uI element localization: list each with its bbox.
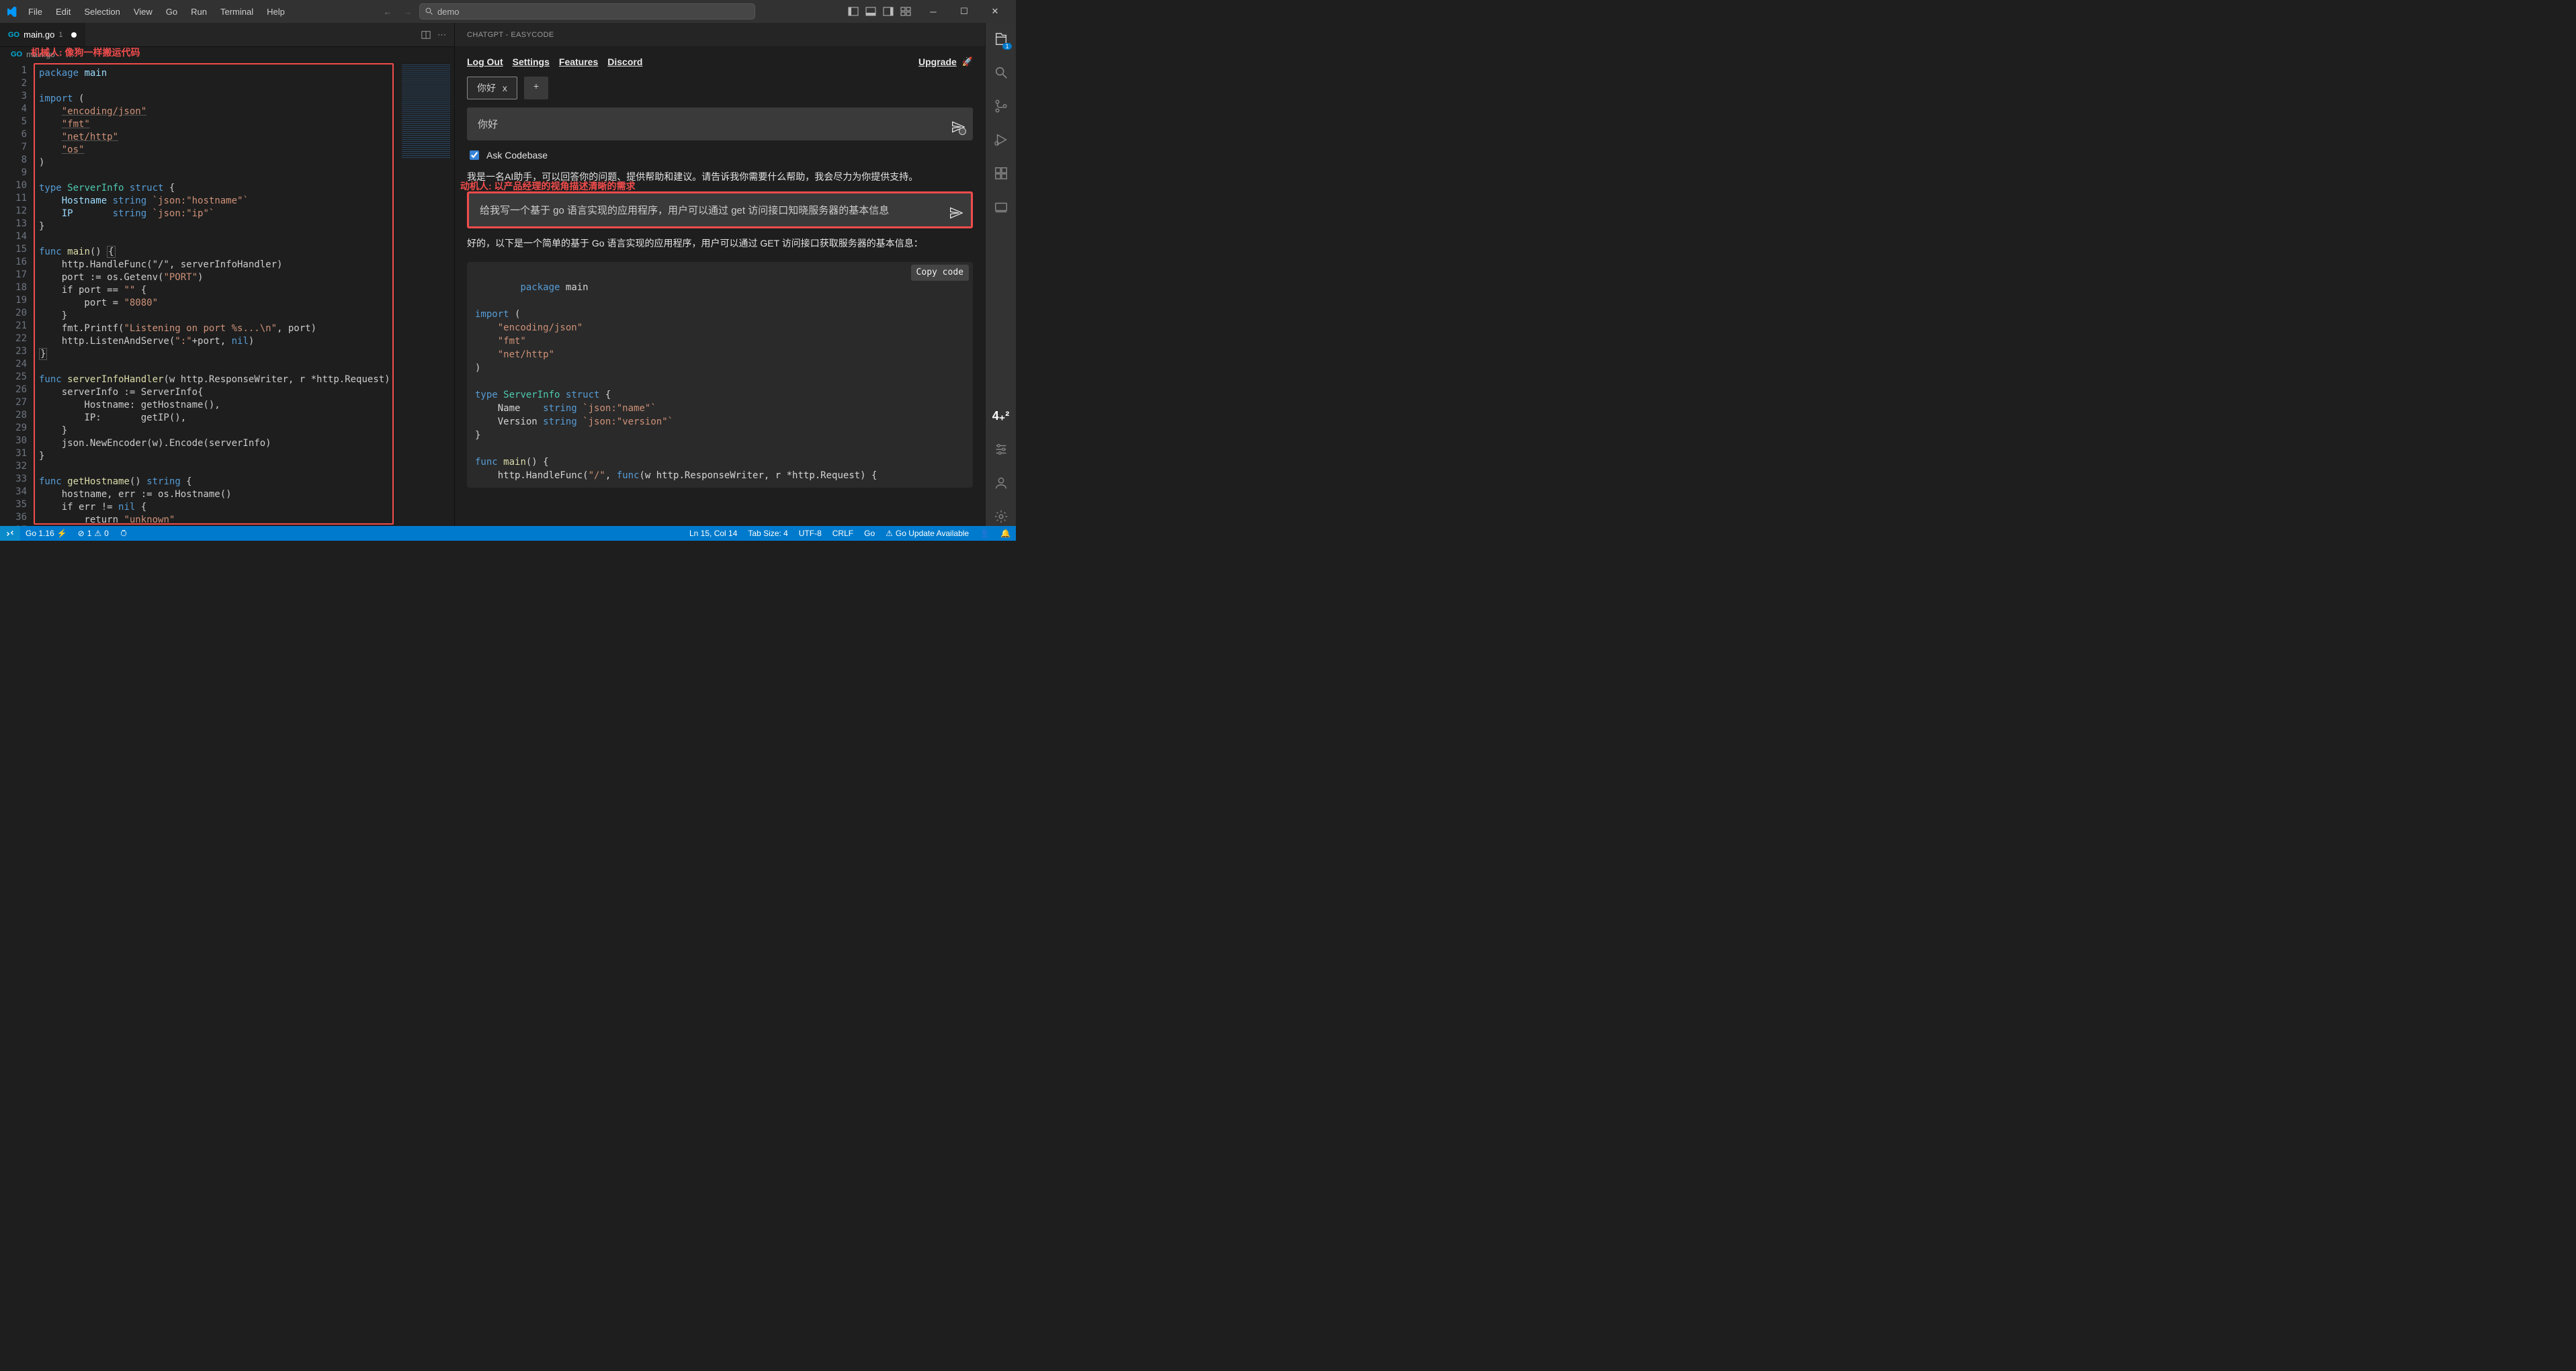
annotation-left: 机械人: 像狗一样搬运代码 [31, 46, 140, 59]
code-editor[interactable]: package main import ( "encoding/json" "f… [34, 63, 394, 525]
vscode-logo-icon [5, 5, 17, 17]
settings-link[interactable]: Settings [513, 56, 550, 67]
chat-user-msg-2: 给我写一个基于 go 语言实现的应用程序，用户可以通过 get 访问接口知晓服务… [467, 191, 973, 228]
remote-icon[interactable] [992, 197, 1011, 216]
chat-panel: CHATGPT - EASYCODE Log Out Settings Feat… [454, 23, 985, 526]
chat-tab-close-icon[interactable]: x [503, 83, 507, 93]
chat-tab-1[interactable]: 你好 x [467, 77, 517, 99]
status-feedback-icon[interactable]: 👤 [974, 529, 995, 538]
chat-msg-text: 你好 [478, 117, 962, 131]
menu-terminal[interactable]: Terminal [215, 4, 259, 19]
copy-code-button[interactable]: Copy code [911, 265, 969, 281]
send-icon[interactable] [951, 120, 965, 134]
tab-dirty-icon [71, 32, 77, 38]
main-area: GO main.go 1 ⋯ GO main.go › … 机械人: 像狗一样搬… [0, 23, 1016, 526]
source-control-icon[interactable] [992, 97, 1011, 116]
layout-sidebar-left-icon[interactable] [848, 6, 859, 17]
status-indent[interactable]: Tab Size: 4 [742, 529, 793, 538]
chat-msg-text: 给我写一个基于 go 语言实现的应用程序，用户可以通过 get 访问接口知晓服务… [480, 203, 960, 217]
ask-codebase-checkbox[interactable] [470, 150, 479, 160]
chat-tab-label: 你好 [477, 83, 496, 93]
logout-link[interactable]: Log Out [467, 56, 503, 67]
search-icon[interactable] [992, 63, 1011, 82]
discord-link[interactable]: Discord [607, 56, 642, 67]
run-debug-icon[interactable] [992, 130, 1011, 149]
editor-group: GO main.go 1 ⋯ GO main.go › … 机械人: 像狗一样搬… [0, 23, 454, 526]
status-bell-icon[interactable]: 🔔 [995, 529, 1016, 538]
menu-file[interactable]: File [23, 4, 48, 19]
annotation-right: 动机人: 以产品经理的视角描述清晰的需求 [460, 179, 636, 193]
status-bar: Go 1.16⚡ ⊘1 ⚠0 Ln 15, Col 14 Tab Size: 4… [0, 526, 1016, 541]
chat-nav-links: Log Out Settings Features Discord Upgrad… [467, 52, 973, 69]
menu-run[interactable]: Run [185, 4, 212, 19]
status-go-update[interactable]: ⚠ Go Update Available [880, 529, 974, 538]
status-eol[interactable]: CRLF [827, 529, 859, 538]
menu-edit[interactable]: Edit [50, 4, 76, 19]
explorer-icon[interactable] [992, 30, 1011, 48]
account-icon[interactable] [992, 474, 1011, 492]
tab-filename: main.go [24, 30, 54, 40]
window-minimize-button[interactable]: ─ [918, 0, 949, 23]
ai-code-block: Copy codepackage main import ( "encoding… [467, 262, 973, 488]
command-center-search[interactable]: demo [419, 3, 755, 19]
extension-badge[interactable]: 4₊² [992, 406, 1011, 425]
menu-go[interactable]: Go [161, 4, 183, 19]
editor-tabs: GO main.go 1 ⋯ [0, 23, 454, 47]
tab-main-go[interactable]: GO main.go 1 [0, 23, 85, 46]
menu-selection[interactable]: Selection [79, 4, 125, 19]
extensions-icon[interactable] [992, 164, 1011, 183]
chat-panel-title: CHATGPT - EASYCODE [455, 23, 985, 47]
layout-panel-icon[interactable] [865, 6, 876, 17]
remote-indicator[interactable] [0, 526, 20, 541]
features-link[interactable]: Features [559, 56, 598, 67]
ai-response-line: 好的，以下是一个简单的基于 Go 语言实现的应用程序，用户可以通过 GET 访问… [467, 236, 973, 250]
line-gutter: 1 2 3 4 5 6 7 8 9 10 11 12 13 14 15 16 1… [0, 62, 32, 526]
menu-view[interactable]: View [128, 4, 158, 19]
search-icon [425, 7, 433, 15]
layout-sidebar-right-icon[interactable] [883, 6, 894, 17]
breadcrumb[interactable]: GO main.go › … 机械人: 像狗一样搬运代码 [0, 47, 454, 62]
ai-intro-line: 我是一名AI助手，可以回答你的问题、提供帮助和建议。请告诉我你需要什么帮助，我会… [467, 170, 973, 183]
tab-badge: 1 [58, 31, 62, 39]
ask-codebase-row[interactable]: Ask Codebase [467, 148, 973, 162]
menu-help[interactable]: Help [261, 4, 290, 19]
layout-customize-icon[interactable] [900, 6, 911, 17]
search-text: demo [437, 7, 460, 17]
minimap[interactable] [398, 62, 454, 526]
nav-forward-icon[interactable]: → [399, 7, 417, 17]
chat-user-msg-1: 你好 [467, 107, 973, 140]
tab-more-icon[interactable]: ⋯ [437, 30, 446, 40]
window-close-button[interactable]: ✕ [980, 0, 1011, 23]
status-cursor-pos[interactable]: Ln 15, Col 14 [684, 529, 742, 538]
status-debug[interactable] [114, 529, 133, 537]
settings-sliders-icon[interactable] [992, 440, 1011, 459]
split-editor-icon[interactable] [421, 30, 431, 40]
gear-icon[interactable] [992, 507, 1011, 526]
title-bar: File Edit Selection View Go Run Terminal… [0, 0, 1016, 23]
status-encoding[interactable]: UTF-8 [793, 529, 827, 538]
chat-tabs: 你好 x + [467, 77, 973, 99]
send-icon[interactable] [949, 206, 963, 220]
nav-back-icon[interactable]: ← [379, 7, 396, 17]
status-problems[interactable]: ⊘1 ⚠0 [73, 529, 114, 538]
upgrade-link[interactable]: Upgrade [918, 56, 957, 67]
status-go-version[interactable]: Go 1.16⚡ [20, 529, 73, 538]
status-lang[interactable]: Go [859, 529, 880, 538]
window-maximize-button[interactable]: ☐ [949, 0, 980, 23]
chat-tab-add[interactable]: + [524, 77, 548, 99]
ask-codebase-label: Ask Codebase [486, 150, 548, 161]
go-file-icon: GO [8, 31, 19, 39]
rocket-icon: 🚀 [962, 56, 973, 67]
go-file-icon: GO [11, 50, 22, 58]
activity-bar: 4₊² [985, 23, 1016, 526]
editor-body: 1 2 3 4 5 6 7 8 9 10 11 12 13 14 15 16 1… [0, 62, 454, 526]
